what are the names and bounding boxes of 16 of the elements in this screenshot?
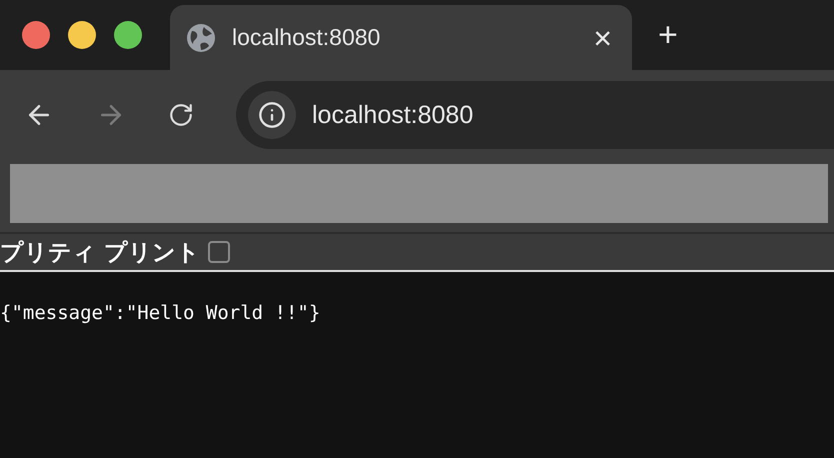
browser-tab[interactable]: localhost:8080 × — [170, 5, 632, 70]
pretty-print-checkbox[interactable] — [208, 241, 230, 263]
close-window-icon[interactable] — [22, 21, 50, 49]
reload-icon — [168, 102, 194, 128]
close-tab-button[interactable]: × — [589, 22, 616, 54]
json-response-text: {"message":"Hello World !!"} — [0, 301, 322, 324]
pretty-print-label: プリティ プリント — [0, 238, 200, 268]
zoom-window-icon[interactable] — [114, 21, 142, 49]
address-bar[interactable]: localhost:8080 — [236, 81, 834, 149]
url-text: localhost:8080 — [312, 100, 474, 130]
globe-icon — [186, 22, 216, 52]
tab-title: localhost:8080 — [232, 24, 382, 51]
minimize-window-icon[interactable] — [68, 21, 96, 49]
info-button[interactable] — [248, 91, 296, 139]
info-icon — [258, 101, 286, 129]
new-tab-button[interactable]: + — [658, 18, 678, 52]
